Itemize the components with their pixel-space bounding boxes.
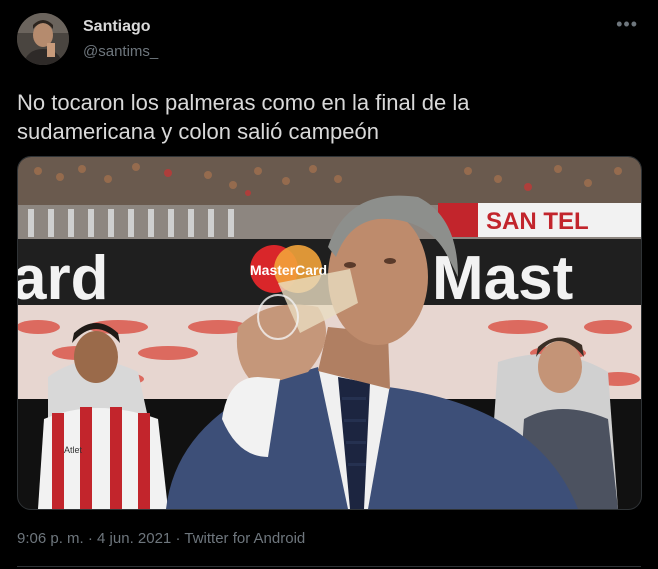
author-name[interactable]: Santiago [83, 18, 151, 36]
tweet-source[interactable]: Twitter for Android [184, 530, 305, 547]
meta-separator: · [175, 530, 181, 547]
tweet-photo[interactable]: SAN TEL ard MasterCard Mast Atlet [17, 156, 642, 510]
banner-top-text: SAN TEL [486, 208, 589, 235]
avatar[interactable] [17, 13, 69, 65]
divider [17, 566, 641, 567]
tweet-date[interactable]: 4 jun. 2021 [97, 530, 171, 547]
tweet-container: Santiago @santims_ ••• No tocaron los pa… [0, 0, 658, 569]
tweet-time[interactable]: 9:06 p. m. [17, 530, 84, 547]
tweet-meta: 9:06 p. m. · 4 jun. 2021 · Twitter for A… [17, 530, 305, 547]
meta-separator: · [87, 530, 93, 547]
more-horizontal-icon[interactable]: ••• [616, 14, 638, 35]
avatar-image [17, 13, 69, 65]
tweet-text: No tocaron los palmeras como en la final… [17, 88, 637, 146]
tweet-text-line: sudamericana y colon salió campeón [17, 119, 379, 144]
banner-logo-text: MasterCard [250, 262, 327, 278]
author-handle[interactable]: @santims_ [83, 43, 158, 60]
tweet-text-line: No tocaron los palmeras como en la final… [17, 90, 470, 115]
photo-image: SAN TEL ard MasterCard Mast Atlet [18, 157, 641, 509]
banner-left-text: ard [18, 244, 108, 313]
jersey-text: Atlet [64, 445, 83, 455]
